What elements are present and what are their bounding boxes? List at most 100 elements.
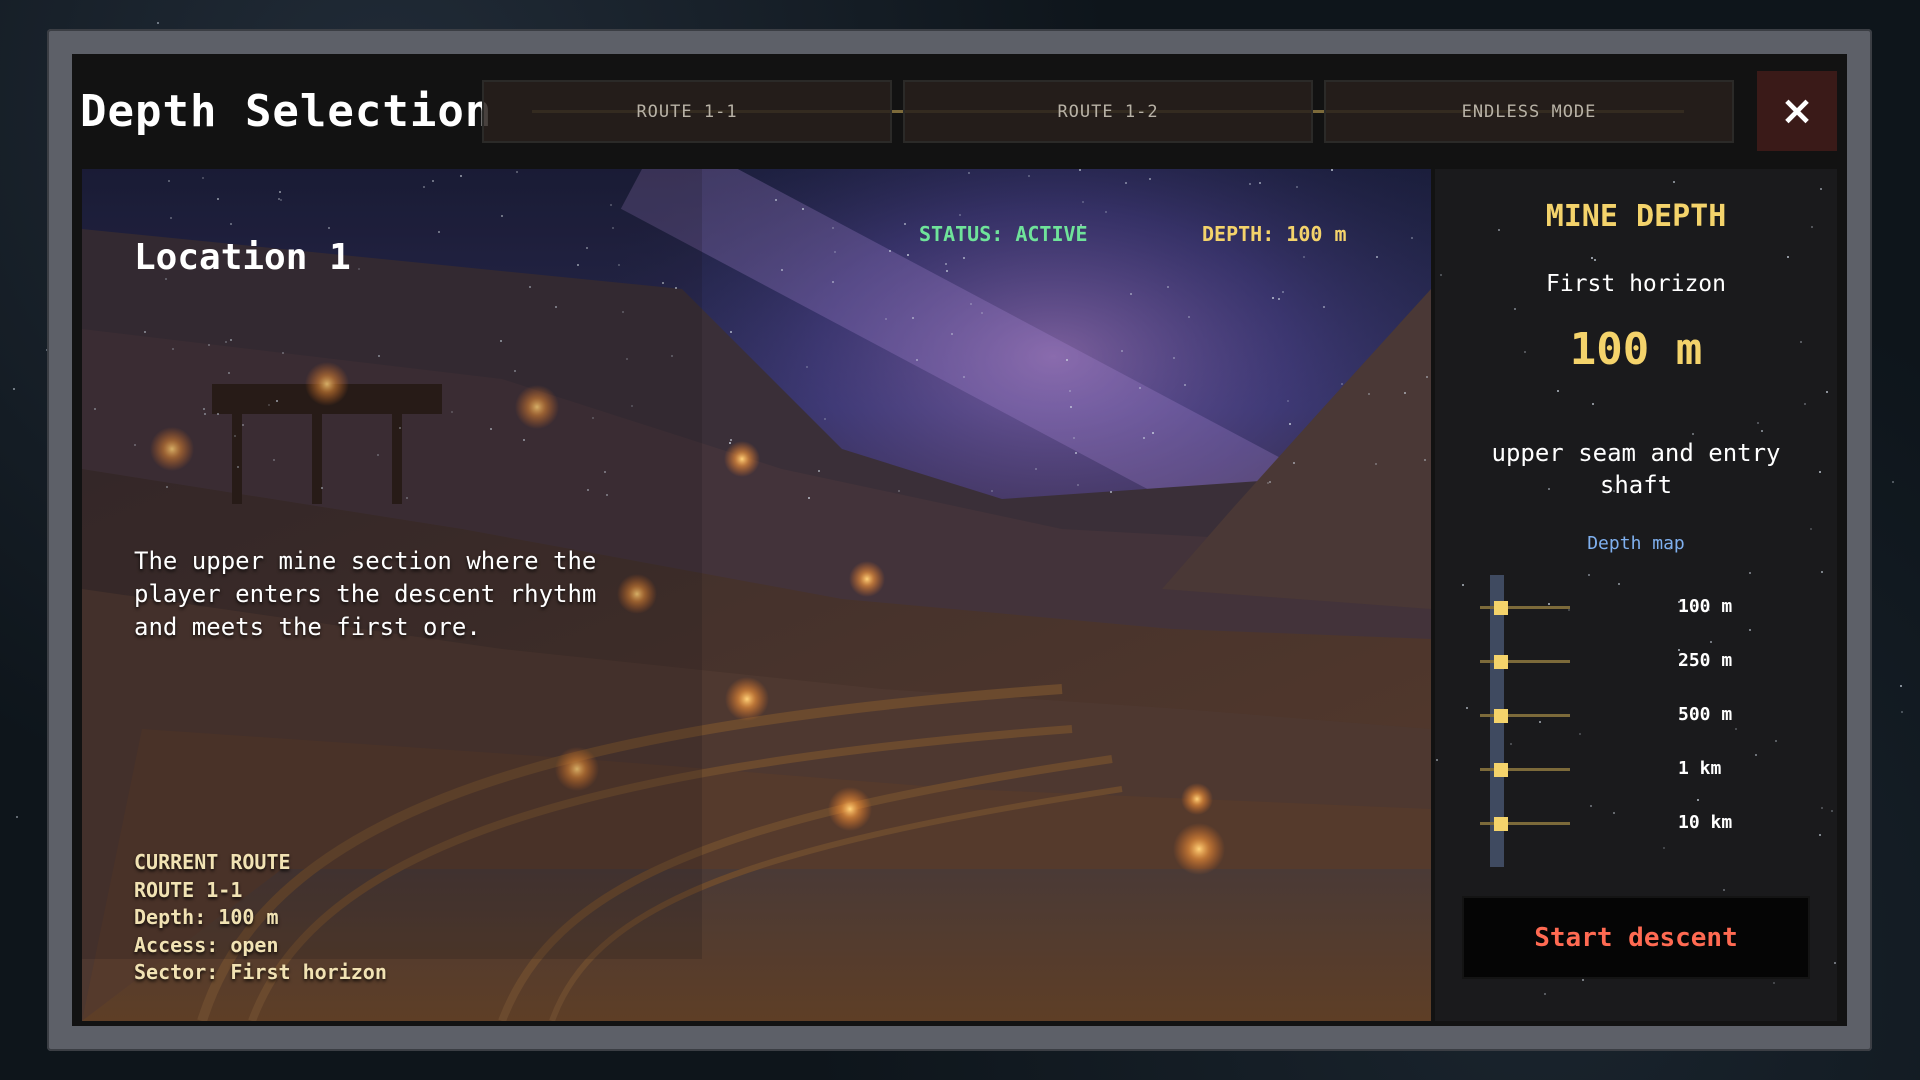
star bbox=[1188, 316, 1190, 318]
star bbox=[1331, 169, 1333, 171]
star bbox=[1426, 376, 1428, 378]
depth-level-500m[interactable]: 500 m bbox=[1480, 701, 1800, 731]
star bbox=[1810, 528, 1812, 530]
depth-map-label: Depth map bbox=[1587, 533, 1685, 554]
star bbox=[1821, 571, 1823, 573]
route-info-sector: Sector: First horizon bbox=[134, 960, 387, 984]
star bbox=[1293, 462, 1295, 464]
star bbox=[1900, 685, 1902, 687]
route-info-heading: CURRENT ROUTE bbox=[134, 850, 291, 874]
star bbox=[1723, 889, 1725, 891]
tab-route-1-1[interactable]: ROUTE 1-1 bbox=[482, 80, 892, 143]
depth-description: upper seam and entry shaft bbox=[1491, 439, 1781, 499]
star bbox=[1075, 452, 1077, 454]
star bbox=[1272, 297, 1274, 299]
star bbox=[1143, 437, 1145, 439]
route-tabs: ROUTE 1-1 ROUTE 1-2 ENDLESS MODE bbox=[482, 80, 1735, 143]
star bbox=[1775, 740, 1777, 742]
star bbox=[1149, 178, 1151, 180]
star bbox=[1267, 482, 1269, 484]
star bbox=[1269, 481, 1271, 483]
star bbox=[832, 227, 834, 229]
star bbox=[1125, 182, 1127, 184]
star bbox=[1082, 201, 1084, 203]
star bbox=[824, 418, 826, 420]
star bbox=[1376, 256, 1378, 258]
star bbox=[1121, 350, 1123, 352]
star bbox=[963, 376, 965, 378]
star bbox=[1590, 805, 1592, 807]
depth-level-label: 500 m bbox=[1678, 704, 1733, 725]
star bbox=[1287, 400, 1289, 402]
star bbox=[1411, 237, 1413, 239]
star bbox=[1594, 259, 1596, 261]
route-info-route: ROUTE 1-1 bbox=[134, 877, 243, 902]
star bbox=[968, 172, 970, 174]
star bbox=[1749, 572, 1751, 574]
route-info: CURRENT ROUTE ROUTE 1-1 Depth: 100 m Acc… bbox=[134, 849, 387, 987]
star bbox=[970, 303, 972, 305]
star bbox=[1591, 257, 1593, 259]
tab-label: ROUTE 1-2 bbox=[1057, 101, 1159, 122]
star bbox=[1110, 491, 1112, 493]
star bbox=[729, 442, 731, 444]
depth-level-1km[interactable]: 1 km bbox=[1480, 755, 1800, 785]
star bbox=[1341, 383, 1343, 385]
star bbox=[1510, 743, 1512, 745]
star bbox=[1692, 433, 1694, 435]
star bbox=[1819, 834, 1821, 836]
square-marker-icon bbox=[1494, 709, 1508, 723]
star bbox=[16, 816, 18, 818]
star bbox=[1035, 468, 1037, 470]
star bbox=[1757, 422, 1759, 424]
star bbox=[1462, 584, 1464, 586]
star bbox=[1663, 847, 1665, 849]
close-button[interactable]: × bbox=[1757, 71, 1837, 151]
star bbox=[1424, 459, 1426, 461]
tab-endless-mode[interactable]: ENDLESS MODE bbox=[1324, 80, 1734, 143]
star bbox=[1259, 182, 1261, 184]
star bbox=[1787, 256, 1789, 258]
panel-heading: MINE DEPTH bbox=[1545, 199, 1727, 234]
horizon-label: First horizon bbox=[1545, 271, 1726, 297]
star bbox=[1831, 810, 1833, 812]
star bbox=[1673, 181, 1675, 183]
star bbox=[1368, 393, 1370, 395]
star bbox=[1466, 707, 1468, 709]
star bbox=[1804, 403, 1806, 405]
depth-level-label: 100 m bbox=[1678, 596, 1733, 617]
square-marker-icon bbox=[1494, 763, 1508, 777]
star bbox=[907, 254, 909, 256]
star bbox=[1375, 463, 1377, 465]
depth-value: 100 m bbox=[1569, 324, 1703, 375]
star bbox=[157, 22, 159, 24]
star bbox=[1544, 993, 1546, 995]
star bbox=[1557, 390, 1559, 392]
star bbox=[1404, 392, 1406, 394]
star bbox=[1167, 286, 1169, 288]
star bbox=[1105, 211, 1107, 213]
start-descent-button[interactable]: Start descent bbox=[1462, 896, 1810, 979]
square-marker-icon bbox=[1494, 601, 1508, 615]
tab-label: ENDLESS MODE bbox=[1461, 101, 1597, 122]
depth-level-label: 10 km bbox=[1678, 812, 1733, 833]
star bbox=[1249, 183, 1251, 185]
depth-level-100m[interactable]: 100 m bbox=[1480, 593, 1800, 623]
star bbox=[1296, 186, 1298, 188]
star bbox=[1152, 432, 1154, 434]
star bbox=[1761, 430, 1763, 432]
depth-level-250m[interactable]: 250 m bbox=[1480, 647, 1800, 677]
star bbox=[904, 223, 906, 225]
star bbox=[1278, 298, 1280, 300]
route-info-access: Access: open bbox=[134, 932, 279, 957]
depth-level-10km[interactable]: 10 km bbox=[1480, 809, 1800, 839]
star bbox=[959, 214, 961, 216]
depth-level-label: 250 m bbox=[1678, 650, 1733, 671]
star bbox=[1592, 403, 1594, 405]
star bbox=[1323, 306, 1325, 308]
star bbox=[885, 318, 887, 320]
star bbox=[946, 270, 948, 272]
star bbox=[781, 269, 783, 271]
tab-route-1-2[interactable]: ROUTE 1-2 bbox=[903, 80, 1313, 143]
star bbox=[1582, 979, 1584, 981]
